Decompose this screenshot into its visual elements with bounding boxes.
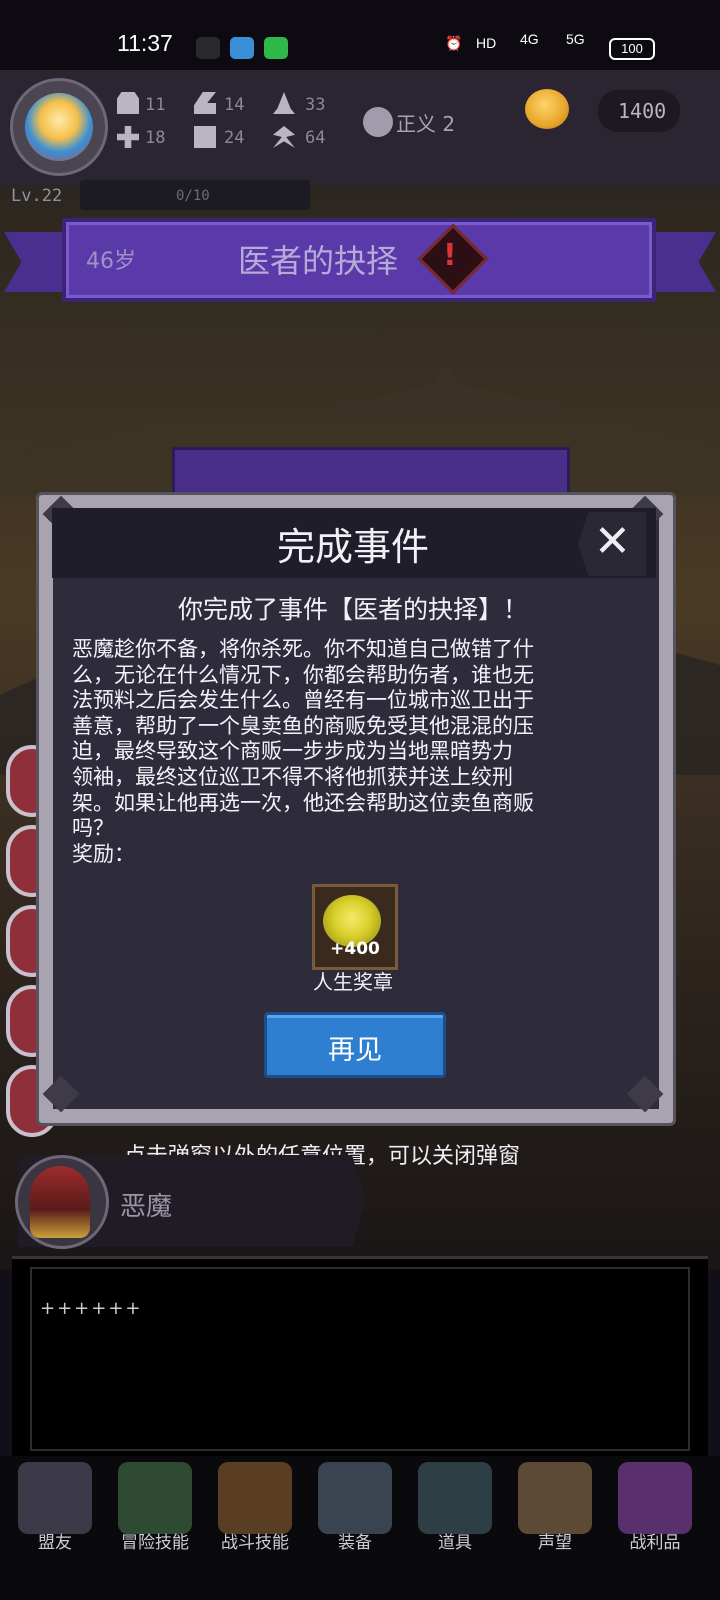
- skill-book-icon: [118, 1462, 192, 1534]
- yin-yang-icon: [363, 107, 393, 137]
- stat-charm: 64: [305, 128, 326, 148]
- event-description: 恶魔趁你不备，将你杀死。你不知道自己做错了什 么，无论在什么情况下，你都会帮助伤…: [72, 637, 646, 867]
- description-line: 迫，最终导致这个商贩一步步成为当地黑暗势力: [72, 739, 513, 764]
- description-line: 么，无论在什么情况下，你都会帮助伤者，谁也无: [72, 662, 534, 687]
- player-level: Lv.22: [11, 186, 63, 206]
- reward-label: 奖励：: [72, 841, 135, 866]
- description-line: 法预料之后会发生什么。曾经有一位城市巡卫出于: [72, 688, 534, 713]
- telegram-icon: [230, 37, 254, 59]
- nav-label: 声望: [538, 1533, 572, 1553]
- upload-icon: [264, 37, 288, 59]
- coin-value: 1400: [618, 99, 667, 123]
- nav-label: 战利品: [629, 1533, 681, 1553]
- npc-name: 恶魔: [120, 1192, 173, 1222]
- stat-agility: 14: [224, 95, 245, 115]
- stat-luck: 18: [145, 128, 166, 148]
- npc-avatar[interactable]: [15, 1155, 109, 1249]
- handshake-icon: [18, 1462, 92, 1534]
- nav-label: 冒险技能: [121, 1533, 189, 1553]
- nav-reputation[interactable]: 声望: [510, 1456, 600, 1568]
- wechat-icon: [196, 37, 220, 59]
- crossed-swords-icon: [318, 1462, 392, 1534]
- reward-amount: +400: [330, 939, 380, 959]
- nav-label: 盟友: [38, 1533, 72, 1553]
- player-avatar[interactable]: [10, 78, 108, 176]
- signal-5g: 5G: [566, 31, 585, 47]
- nav-adventure-skills[interactable]: 冒险技能: [110, 1456, 200, 1568]
- description-line: 善意，帮助了一个臭卖鱼的商贩免受其他混混的压: [72, 713, 534, 738]
- nav-label: 战斗技能: [221, 1533, 289, 1553]
- warning-mark: !: [443, 238, 457, 273]
- nav-combat-skills[interactable]: 战斗技能: [210, 1456, 300, 1568]
- dialog-subtitle: 你完成了事件【医者的抉择】！: [177, 595, 528, 624]
- nav-label: 道具: [438, 1533, 472, 1553]
- coin-icon: [525, 89, 569, 129]
- reward-item[interactable]: +400: [312, 884, 398, 970]
- nav-label: 装备: [338, 1533, 372, 1553]
- scroll-icon: [518, 1462, 592, 1534]
- battery-icon: 100: [609, 38, 655, 60]
- status-time: 11:37: [117, 30, 173, 56]
- book-icon: [194, 126, 216, 148]
- amulet-icon: [418, 1462, 492, 1534]
- goodbye-label: 再见: [328, 1035, 382, 1066]
- stat-magic: 33: [305, 95, 326, 115]
- log-frame: [30, 1267, 690, 1451]
- nav-items[interactable]: 道具: [410, 1456, 500, 1568]
- avatar-image: [25, 93, 93, 161]
- signal-4g: 4G: [520, 31, 539, 47]
- fist-icon: [117, 92, 139, 114]
- nav-equipment[interactable]: 装备: [310, 1456, 400, 1568]
- description-line: 架。如果让他再选一次，他还会帮助这位卖鱼商贩: [72, 790, 534, 815]
- event-age: 46岁: [86, 249, 136, 274]
- alarm-icon: ⏰: [445, 35, 463, 51]
- status-bar: 11:37 ⏰ HD 4G 5G 100: [0, 0, 720, 70]
- demon-portrait: [30, 1166, 90, 1238]
- xp-value: 0/10: [176, 188, 210, 204]
- alignment-value: 正义 2: [396, 112, 456, 136]
- description-line: 领袖，最终这位巡卫不得不将他抓获并送上绞刑: [72, 764, 513, 789]
- stat-strength: 11: [145, 95, 166, 115]
- log-text: ++++++: [40, 1298, 143, 1319]
- network-hd: HD: [476, 35, 497, 51]
- close-icon[interactable]: ✕: [594, 516, 631, 567]
- event-title: 医者的抉择: [238, 242, 399, 280]
- backpack-icon: [218, 1462, 292, 1534]
- reward-name: 人生奖章: [313, 970, 393, 994]
- nav-allies[interactable]: 盟友: [10, 1456, 100, 1568]
- goodbye-button[interactable]: 再见: [264, 1012, 446, 1078]
- description-line: 恶魔趁你不备，将你杀死。你不知道自己做错了什: [72, 637, 534, 661]
- description-line: 吗？: [72, 816, 114, 841]
- treasure-chest-icon: [618, 1462, 692, 1534]
- nav-loot[interactable]: 战利品: [610, 1456, 700, 1568]
- stat-intellect: 24: [224, 128, 245, 148]
